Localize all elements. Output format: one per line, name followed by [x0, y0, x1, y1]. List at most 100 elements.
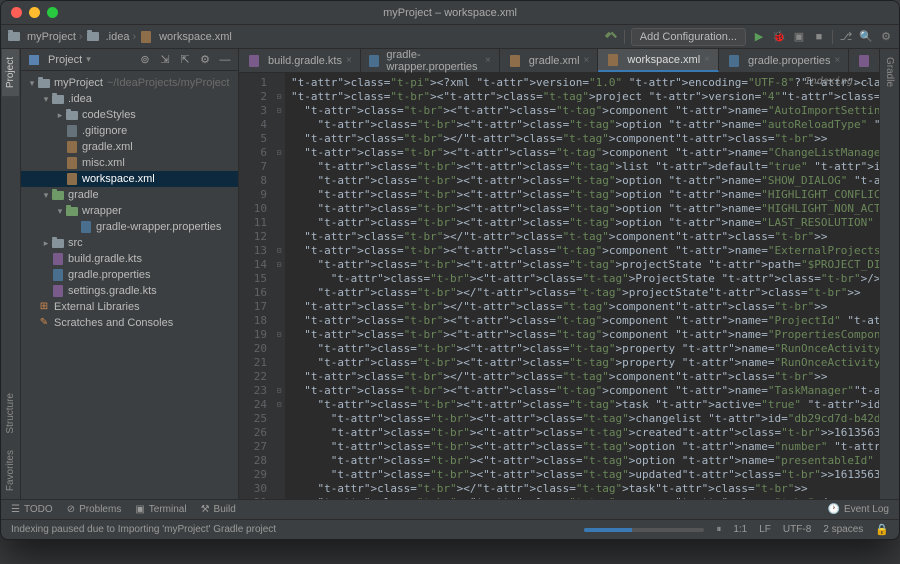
fold-marker[interactable] — [273, 440, 285, 454]
tree-node[interactable]: .gitignore — [21, 123, 238, 139]
fold-marker[interactable] — [273, 230, 285, 244]
fold-marker[interactable] — [273, 468, 285, 482]
debug-icon[interactable]: 🐞 — [772, 30, 786, 44]
gear-icon[interactable]: ⚙ — [198, 53, 212, 66]
code-line[interactable]: "t-attr">class="t-pi"><?xml "t-attr">ver… — [291, 76, 879, 90]
code-line[interactable]: "t-attr">class="t-br"><"t-attr">class="t… — [291, 384, 879, 398]
code-line[interactable]: "t-attr">class="t-br"><"t-attr">class="t… — [291, 426, 879, 440]
toolwindow-tab-structure[interactable]: Structure — [2, 385, 19, 442]
code-line[interactable]: "t-attr">class="t-br"><"t-attr">class="t… — [291, 258, 879, 272]
arrow-expanded-icon[interactable]: ▾ — [27, 75, 37, 91]
editor-tab[interactable]: settings.gradle.kts× — [849, 49, 879, 72]
run-icon[interactable]: ▶ — [752, 30, 766, 44]
tree-node[interactable]: ▾wrapper — [21, 203, 238, 219]
fold-marker[interactable]: ⊟ — [273, 244, 285, 258]
project-tree[interactable]: ▾myProject~/IdeaProjects/myProject▾.idea… — [21, 71, 238, 499]
file-encoding[interactable]: UTF-8 — [783, 524, 811, 535]
code-line[interactable]: "t-attr">class="t-br"><"t-attr">class="t… — [291, 146, 879, 160]
editor-tab[interactable]: gradle-wrapper.properties× — [361, 49, 500, 72]
tree-node[interactable]: ▸codeStyles — [21, 107, 238, 123]
close-window-icon[interactable] — [11, 7, 22, 18]
close-tab-icon[interactable]: × — [485, 55, 491, 66]
breadcrumb-file[interactable]: workspace.xml — [139, 31, 232, 43]
fold-gutter[interactable]: ⊟⊟⊟⊟⊟⊟⊟⊟ — [273, 73, 285, 499]
progress-pause-icon[interactable]: ⏸ — [716, 524, 721, 535]
tree-node[interactable]: gradle.xml — [21, 139, 238, 155]
tree-node[interactable]: workspace.xml — [21, 171, 238, 187]
toolwindow-tab-build[interactable]: ⚒Build — [201, 504, 236, 515]
close-tab-icon[interactable]: × — [835, 55, 841, 66]
code-line[interactable]: "t-attr">class="t-br"></"t-attr">class="… — [291, 286, 879, 300]
fold-marker[interactable] — [273, 272, 285, 286]
fold-marker[interactable] — [273, 342, 285, 356]
fold-marker[interactable] — [273, 370, 285, 384]
code-line[interactable]: "t-attr">class="t-br"></"t-attr">class="… — [291, 482, 879, 496]
fold-marker[interactable] — [273, 412, 285, 426]
settings-icon[interactable]: ⚙ — [879, 30, 893, 44]
arrow-collapsed-icon[interactable]: ▸ — [55, 107, 65, 123]
editor-tab[interactable]: build.gradle.kts× — [239, 49, 361, 72]
code-line[interactable]: "t-attr">class="t-br"><"t-attr">class="t… — [291, 328, 879, 342]
code-line[interactable]: "t-attr">class="t-br"><"t-attr">class="t… — [291, 398, 879, 412]
fold-marker[interactable]: ⊟ — [273, 384, 285, 398]
editor[interactable]: 1234567891011121314151617181920212223242… — [239, 73, 879, 499]
fold-marker[interactable] — [273, 300, 285, 314]
breadcrumb-project[interactable]: myProject — [7, 31, 76, 43]
zoom-window-icon[interactable] — [47, 7, 58, 18]
toolwindow-tab-gradle[interactable]: Gradle — [881, 49, 898, 95]
readonly-lock-icon[interactable]: 🔒 — [875, 523, 889, 536]
tree-node[interactable]: build.gradle.kts — [21, 251, 238, 267]
fold-marker[interactable]: ⊟ — [273, 258, 285, 272]
code-line[interactable]: "t-attr">class="t-br"><"t-attr">class="t… — [291, 272, 879, 286]
code-area[interactable]: Indexing... "t-attr">class="t-pi"><?xml … — [285, 73, 879, 499]
fold-marker[interactable] — [273, 188, 285, 202]
event-log-button[interactable]: 🕐Event Log — [828, 504, 890, 515]
run-config-selector[interactable]: Add Configuration... — [631, 28, 746, 46]
code-line[interactable]: "t-attr">class="t-br"><"t-attr">class="t… — [291, 104, 879, 118]
breadcrumb-folder[interactable]: .idea — [86, 31, 130, 43]
tree-node[interactable]: ✎Scratches and Consoles — [21, 315, 238, 331]
fold-marker[interactable] — [273, 174, 285, 188]
fold-marker[interactable] — [273, 482, 285, 496]
tree-node[interactable]: gradle-wrapper.properties — [21, 219, 238, 235]
tree-node[interactable]: gradle.properties — [21, 267, 238, 283]
code-line[interactable]: "t-attr">class="t-br"><"t-attr">class="t… — [291, 174, 879, 188]
editor-tab[interactable]: gradle.properties× — [719, 49, 849, 72]
fold-marker[interactable]: ⊟ — [273, 146, 285, 160]
fold-marker[interactable]: ⊟ — [273, 104, 285, 118]
code-line[interactable]: "t-attr">class="t-br"></"t-attr">class="… — [291, 300, 879, 314]
fold-marker[interactable] — [273, 216, 285, 230]
build-hammer-icon[interactable] — [604, 30, 618, 44]
editor-tab[interactable]: gradle.xml× — [500, 49, 599, 72]
code-line[interactable]: "t-attr">class="t-br"><"t-attr">class="t… — [291, 244, 879, 258]
arrow-expanded-icon[interactable]: ▾ — [55, 203, 65, 219]
fold-marker[interactable]: ⊟ — [273, 398, 285, 412]
close-tab-icon[interactable]: × — [704, 54, 710, 65]
close-tab-icon[interactable]: × — [346, 55, 352, 66]
toolwindow-tab-problems[interactable]: ⊘Problems — [67, 504, 122, 515]
code-line[interactable]: "t-attr">class="t-br"><"t-attr">class="t… — [291, 342, 879, 356]
fold-marker[interactable] — [273, 160, 285, 174]
code-line[interactable]: "t-attr">class="t-br"><"t-attr">class="t… — [291, 356, 879, 370]
toolwindow-tab-favorites[interactable]: Favorites — [2, 442, 19, 499]
code-line[interactable]: "t-attr">class="t-br"><"t-attr">class="t… — [291, 90, 879, 104]
arrow-expanded-icon[interactable]: ▾ — [41, 187, 51, 203]
minimize-window-icon[interactable] — [29, 7, 40, 18]
code-line[interactable]: "t-attr">class="t-br"><"t-attr">class="t… — [291, 160, 879, 174]
git-icon[interactable]: ⎇ — [839, 30, 853, 44]
fold-marker[interactable] — [273, 76, 285, 90]
tree-node[interactable]: settings.gradle.kts — [21, 283, 238, 299]
collapse-icon[interactable]: ⇱ — [178, 53, 192, 66]
code-line[interactable]: "t-attr">class="t-br"><"t-attr">class="t… — [291, 468, 879, 482]
code-line[interactable]: "t-attr">class="t-br"><"t-attr">class="t… — [291, 216, 879, 230]
code-line[interactable]: "t-attr">class="t-br"><"t-attr">class="t… — [291, 412, 879, 426]
locate-icon[interactable]: ⊚ — [138, 53, 152, 66]
progress-bar[interactable] — [584, 528, 704, 532]
line-separator[interactable]: LF — [759, 524, 771, 535]
fold-marker[interactable] — [273, 132, 285, 146]
fold-marker[interactable] — [273, 286, 285, 300]
stop-icon[interactable]: ■ — [812, 30, 826, 44]
fold-marker[interactable] — [273, 454, 285, 468]
close-tab-icon[interactable]: × — [584, 55, 590, 66]
cursor-position[interactable]: 1:1 — [733, 524, 747, 535]
